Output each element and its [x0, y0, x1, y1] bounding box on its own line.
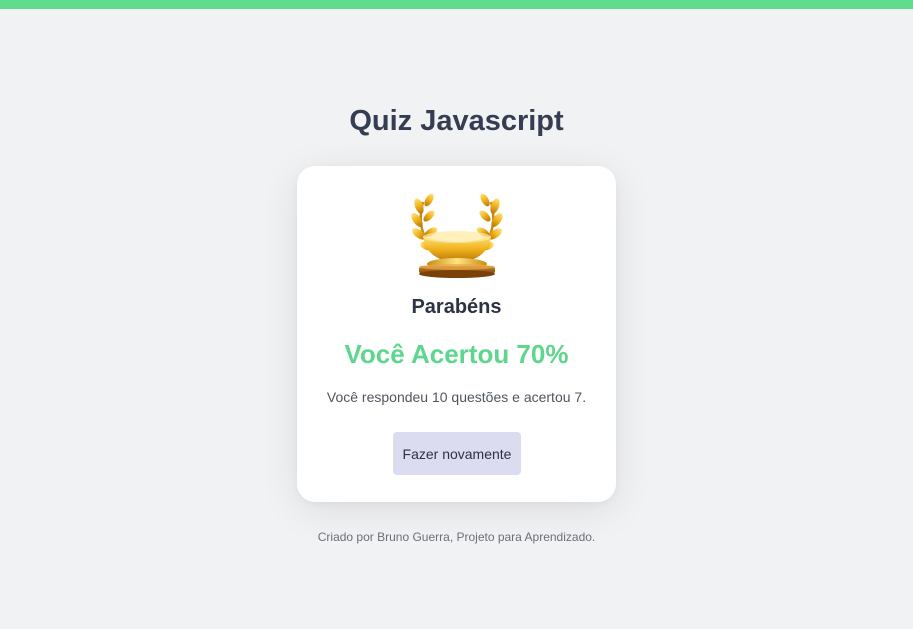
trophy-icon	[411, 193, 503, 278]
page-title: Quiz Javascript	[349, 105, 564, 137]
result-card: Parabéns Você Acertou 70% Você respondeu…	[297, 166, 616, 502]
footer-credit: Criado por Bruno Guerra, Projeto para Ap…	[317, 530, 596, 544]
score-text: Você Acertou 70%	[344, 339, 569, 369]
congrats-heading: Parabéns	[411, 296, 502, 318]
retry-button[interactable]: Fazer novamente	[393, 432, 521, 475]
result-summary: Você respondeu 10 questões e acertou 7.	[326, 389, 587, 405]
top-accent-bar	[0, 0, 913, 9]
